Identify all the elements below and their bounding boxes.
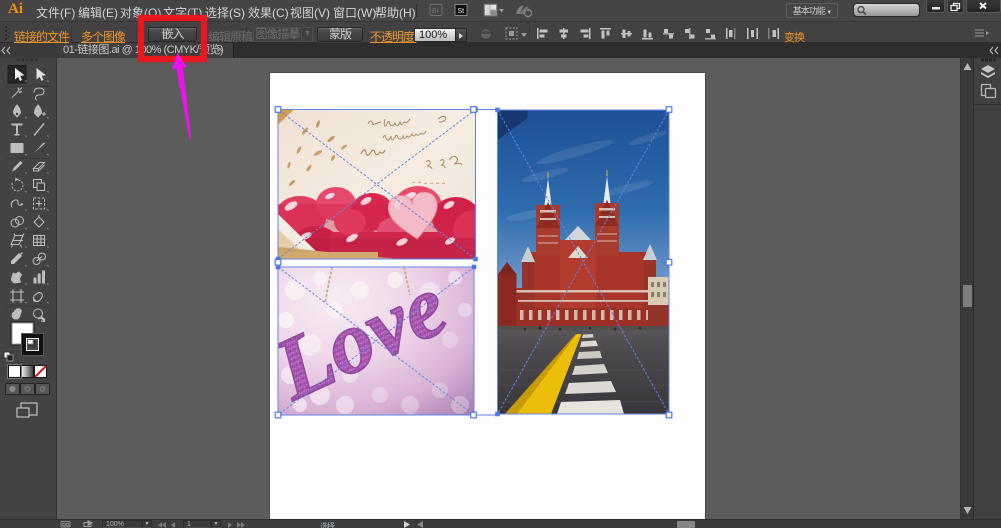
svg-text:Br: Br [432,8,440,15]
svg-text:St: St [458,8,465,15]
